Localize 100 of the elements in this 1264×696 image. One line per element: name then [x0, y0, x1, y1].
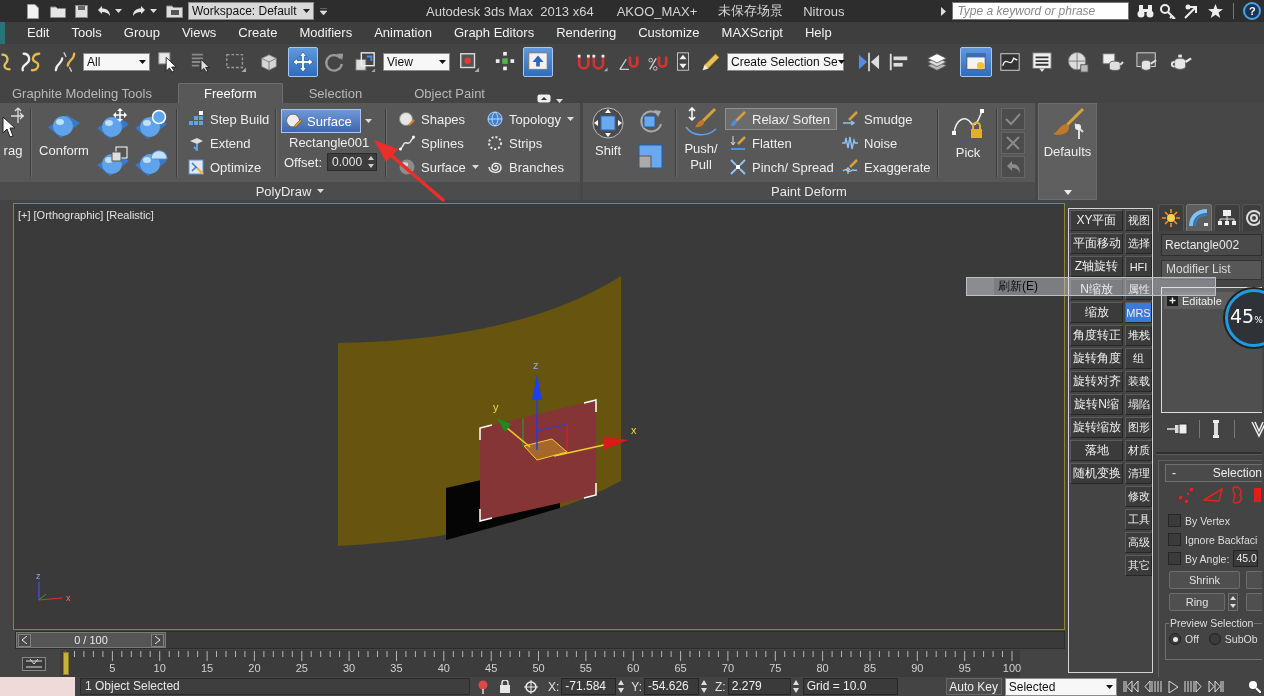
- caret-down-icon[interactable]: [320, 7, 327, 15]
- ribbon-tool-button[interactable]: Strips: [482, 132, 548, 154]
- script-button[interactable]: 组: [1125, 348, 1152, 369]
- i-beam-icon[interactable]: [1212, 420, 1220, 438]
- brush-button[interactable]: Exaggerate: [837, 156, 935, 178]
- help-button[interactable]: ?: [1243, 2, 1262, 20]
- time-slider-thumb[interactable]: 0 / 100: [16, 632, 166, 648]
- picked-object-label[interactable]: Rectangle001: [281, 133, 370, 153]
- workspace-dropdown[interactable]: Workspace: Default: [188, 2, 314, 20]
- redo-icon[interactable]: [132, 5, 146, 17]
- script-button[interactable]: HFI: [1125, 256, 1152, 277]
- brush-button[interactable]: Relax/ Soften: [725, 108, 837, 130]
- script-button[interactable]: 堆栈: [1125, 325, 1152, 346]
- coordinate-field[interactable]: 2.279: [727, 678, 791, 695]
- menu-item[interactable]: Animation: [363, 22, 443, 44]
- ring-button[interactable]: Ring: [1169, 593, 1225, 611]
- magnifier-icon[interactable]: [1247, 680, 1261, 693]
- menu-item[interactable]: Views: [170, 22, 228, 44]
- double-v-icon[interactable]: [1251, 420, 1264, 438]
- plus-box-icon[interactable]: [1167, 295, 1178, 306]
- script-button[interactable]: 材质: [1125, 440, 1152, 461]
- command-panel-tab[interactable]: [1158, 204, 1184, 231]
- script-button[interactable]: 装载: [1125, 371, 1152, 392]
- key-icon[interactable]: [1160, 3, 1177, 19]
- modifier-list-dropdown[interactable]: Modifier List: [1161, 260, 1262, 280]
- menu-item[interactable]: Help: [794, 22, 843, 44]
- caret-down-icon[interactable]: [115, 9, 122, 13]
- pushpin-icon[interactable]: [478, 679, 488, 694]
- shift-button[interactable]: Shift: [588, 103, 628, 182]
- previous-key-icon[interactable]: [1143, 681, 1162, 692]
- menu-item[interactable]: MAXScript: [710, 22, 794, 44]
- object-name-field[interactable]: Rectangle002: [1161, 234, 1262, 256]
- checkbox-label[interactable]: By Angle:: [1185, 552, 1230, 565]
- menu-item[interactable]: Create: [227, 22, 289, 44]
- skip-end-icon[interactable]: [1207, 681, 1224, 692]
- listener-field[interactable]: [0, 677, 75, 696]
- key-filter-dropdown[interactable]: Selected: [1004, 677, 1117, 696]
- undo-icon[interactable]: [97, 5, 111, 17]
- ribbon-tool-button[interactable]: Shapes: [394, 108, 471, 130]
- script-button[interactable]: 缩放: [1070, 302, 1123, 323]
- radio-button[interactable]: [1208, 633, 1221, 645]
- ribbon-tool-button[interactable]: Optimize: [183, 156, 267, 178]
- sphere-rotate-icon[interactable]: [134, 108, 168, 142]
- shrink-button[interactable]: Shrink: [1169, 571, 1240, 589]
- menu-item[interactable]: Rendering: [545, 22, 628, 44]
- new-file-icon[interactable]: [27, 3, 39, 19]
- script-button[interactable]: MRS: [1125, 302, 1152, 323]
- script-button[interactable]: 修改: [1125, 486, 1152, 507]
- ribbon-tool-button[interactable]: Surface: [394, 156, 484, 178]
- previous-frame-button[interactable]: [18, 633, 31, 647]
- next-key-icon[interactable]: [1183, 681, 1202, 692]
- script-button[interactable]: 其它: [1125, 555, 1152, 576]
- script-button[interactable]: 旋转缩放: [1070, 417, 1123, 438]
- ribbon-tab[interactable]: Object Paint: [388, 83, 511, 103]
- script-button[interactable]: 塌陷: [1125, 394, 1152, 415]
- ribbon-tool-button[interactable]: Splines: [394, 132, 469, 154]
- x-axis-arrow[interactable]: [553, 437, 628, 457]
- caret-down-icon[interactable]: [365, 119, 372, 123]
- radio-label[interactable]: Off: [1185, 633, 1199, 645]
- ribbon-tool-button[interactable]: Extend: [183, 132, 256, 154]
- spinner-arrows-icon[interactable]: [792, 680, 799, 693]
- next-frame-button[interactable]: [151, 633, 164, 647]
- viewport-label[interactable]: [Realistic]: [106, 209, 154, 221]
- script-button[interactable]: 图形: [1125, 417, 1152, 438]
- collapse-sign[interactable]: -: [1172, 466, 1176, 480]
- curve-lines-icon[interactable]: [22, 656, 46, 671]
- ribbon-tab[interactable]: Freeform: [177, 83, 283, 103]
- script-button[interactable]: 角度转正: [1070, 325, 1123, 346]
- move-tool-button[interactable]: rag: [0, 103, 26, 182]
- script-button[interactable]: 旋转N缩: [1070, 394, 1123, 415]
- skip-start-icon[interactable]: [1122, 681, 1139, 692]
- script-button[interactable]: 选择: [1125, 233, 1152, 254]
- ribbon-tool-button[interactable]: Topology: [482, 108, 580, 130]
- script-button[interactable]: 清理: [1125, 463, 1152, 484]
- selection-set-dropdown[interactable]: Create Selection Se: [727, 53, 844, 71]
- radio-button[interactable]: [1169, 633, 1181, 645]
- caret-down-icon[interactable]: [1063, 190, 1072, 195]
- script-button[interactable]: XY平面: [1070, 210, 1123, 231]
- spinner-arrows-icon[interactable]: [1228, 593, 1238, 611]
- menu-item[interactable]: Edit: [16, 22, 61, 44]
- script-button[interactable]: 平面移动: [1070, 233, 1123, 254]
- menu-item[interactable]: Tools: [60, 22, 113, 44]
- auto-key-button[interactable]: Auto Key: [945, 678, 1002, 695]
- script-button[interactable]: 旋转角度: [1070, 348, 1123, 369]
- command-panel-tab[interactable]: [1242, 204, 1262, 231]
- squiggle-icon[interactable]: [1, 51, 11, 73]
- sphere-move-icon[interactable]: [96, 108, 130, 142]
- coordinate-system-dropdown[interactable]: View: [383, 53, 450, 71]
- pin-icon[interactable]: [1167, 423, 1189, 435]
- viewport-label[interactable]: [+]: [18, 209, 31, 221]
- conform-button[interactable]: Conform: [36, 103, 92, 182]
- checkbox[interactable]: [1168, 552, 1181, 565]
- brush-button[interactable]: Smudge: [837, 108, 935, 130]
- dots-icon[interactable]: [1178, 487, 1194, 503]
- script-button[interactable]: 随机变换: [1070, 463, 1123, 484]
- ribbon-tool-button[interactable]: Step Build: [183, 108, 275, 130]
- caret-right-icon[interactable]: [941, 6, 947, 16]
- sphere-scale-icon[interactable]: [96, 145, 130, 179]
- y-axis-arrow[interactable]: [497, 418, 531, 448]
- angle-field[interactable]: 45.0: [1233, 550, 1258, 567]
